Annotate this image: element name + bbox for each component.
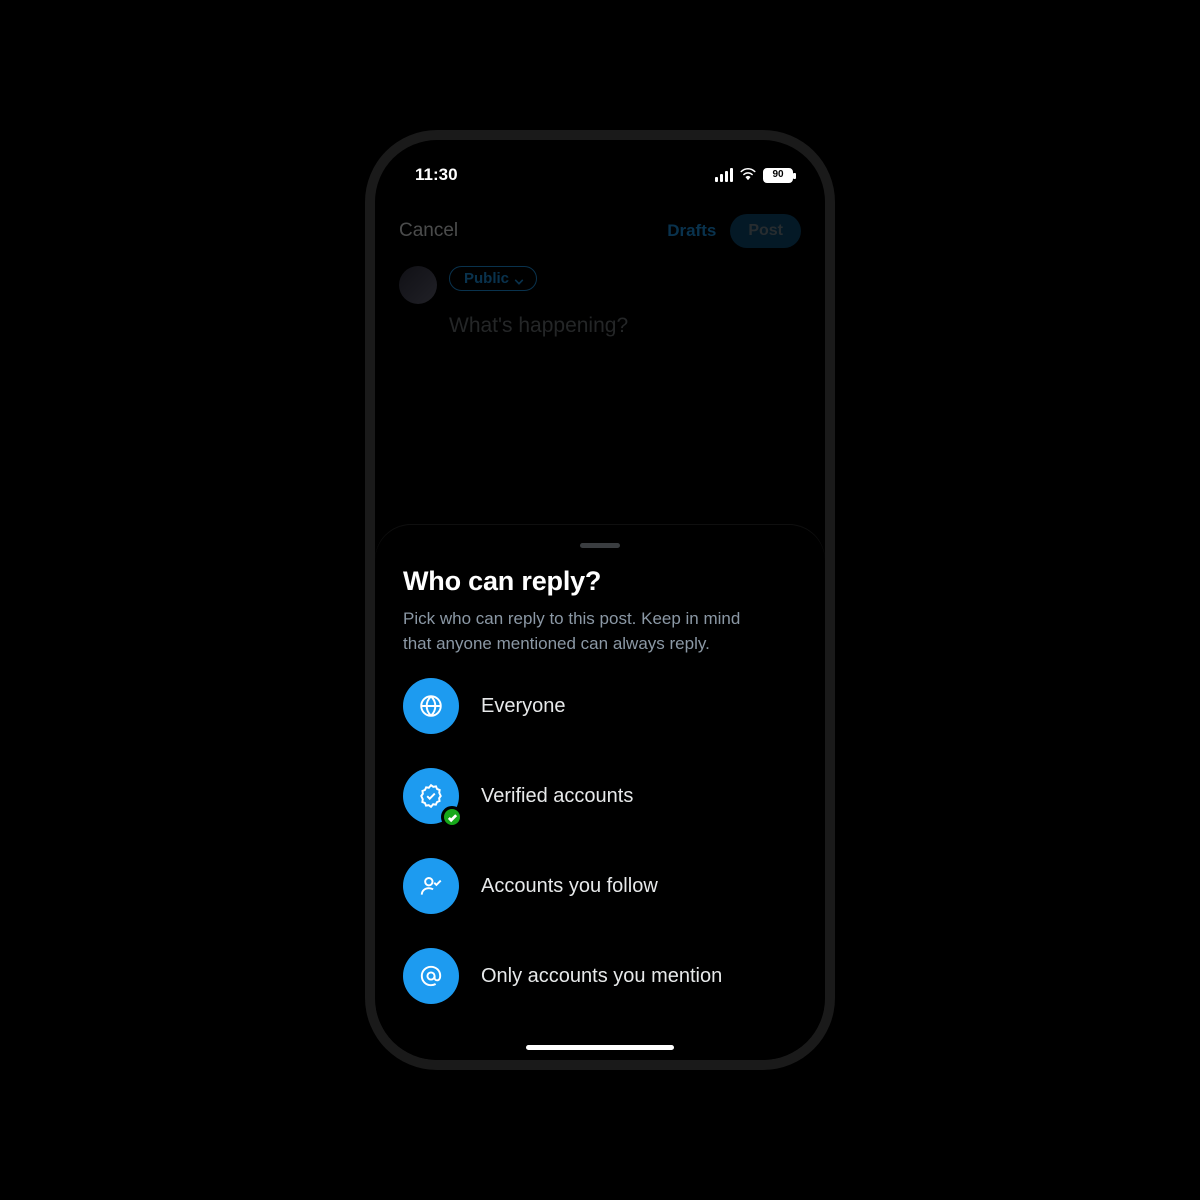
- option-verified[interactable]: Verified accounts: [403, 768, 797, 824]
- status-right: 90: [715, 165, 793, 185]
- selected-check-icon: [441, 806, 463, 828]
- person-check-icon: [403, 858, 459, 914]
- option-mentioned[interactable]: Only accounts you mention: [403, 948, 797, 1004]
- chevron-down-icon: [514, 274, 524, 284]
- battery-icon: 90: [763, 168, 793, 183]
- option-label: Everyone: [481, 695, 566, 718]
- audience-selector[interactable]: Public: [449, 266, 537, 291]
- cellular-icon: [715, 168, 733, 182]
- screen: 11:30 90 Cancel Drafts Post: [375, 140, 825, 1060]
- sheet-title: Who can reply?: [403, 566, 797, 597]
- mention-icon: [403, 948, 459, 1004]
- globe-icon: [403, 678, 459, 734]
- option-everyone[interactable]: Everyone: [403, 678, 797, 734]
- option-label: Accounts you follow: [481, 875, 658, 898]
- cancel-button[interactable]: Cancel: [399, 220, 458, 242]
- sheet-grabber[interactable]: [580, 543, 620, 548]
- reply-settings-sheet: Who can reply? Pick who can reply to thi…: [375, 525, 825, 1060]
- battery-level: 90: [772, 170, 783, 180]
- reply-options-list: Everyone Verified accounts Acco: [403, 678, 797, 1004]
- option-label: Only accounts you mention: [481, 965, 722, 988]
- option-label: Verified accounts: [481, 785, 633, 808]
- post-button[interactable]: Post: [730, 214, 801, 248]
- avatar[interactable]: [399, 266, 437, 304]
- phone-frame: 11:30 90 Cancel Drafts Post: [375, 140, 825, 1060]
- compose-placeholder[interactable]: What's happening?: [449, 314, 801, 338]
- sheet-description: Pick who can reply to this post. Keep in…: [403, 607, 763, 656]
- status-time: 11:30: [415, 165, 458, 185]
- drafts-button[interactable]: Drafts: [667, 221, 716, 241]
- home-indicator[interactable]: [526, 1045, 674, 1050]
- verified-icon: [403, 768, 459, 824]
- wifi-icon: [739, 165, 757, 185]
- option-following[interactable]: Accounts you follow: [403, 858, 797, 914]
- dynamic-island: [536, 158, 664, 196]
- audience-label: Public: [464, 270, 509, 287]
